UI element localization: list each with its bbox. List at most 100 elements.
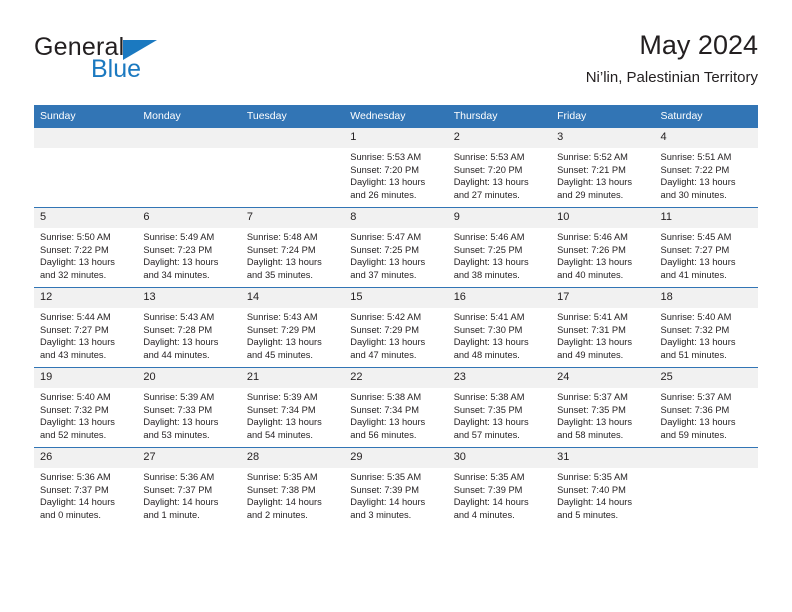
calendar-day-cell[interactable]: 25 Sunrise: 5:37 AM Sunset: 7:36 PM Dayligh… [654, 367, 758, 448]
daylight-text-line2: and 37 minutes. [350, 269, 417, 280]
daylight-text-line2: and 29 minutes. [557, 189, 624, 200]
calendar-day-cell[interactable]: 23 Sunrise: 5:38 AM Sunset: 7:35 PM Dayligh… [447, 367, 552, 448]
calendar-day-cell[interactable]: 27 Sunrise: 5:36 AM Sunset: 7:37 PM Dayligh… [137, 447, 241, 527]
daylight-text-line1: Daylight: 13 hours [350, 257, 426, 268]
day-number [34, 128, 138, 148]
calendar-day-cell[interactable]: 2 Sunrise: 5:53 AM Sunset: 7:20 PM Daylight… [447, 127, 552, 208]
calendar-day-cell[interactable]: 18 Sunrise: 5:40 AM Sunset: 7:32 PM Dayligh… [654, 287, 758, 368]
day-details: Sunrise: 5:47 AM Sunset: 7:25 PM Daylight:… [344, 228, 447, 281]
day-details: Sunrise: 5:46 AM Sunset: 7:26 PM Daylight:… [551, 228, 654, 281]
calendar-day-cell[interactable]: 16 Sunrise: 5:41 AM Sunset: 7:30 PM Dayligh… [447, 287, 552, 368]
daylight-text-line1: Daylight: 13 hours [40, 417, 115, 428]
calendar-day-cell[interactable]: 7 Sunrise: 5:48 AM Sunset: 7:24 PM Daylight… [240, 207, 345, 288]
day-number: 10 [551, 208, 655, 228]
sunset-text: Sunset: 7:37 PM [40, 484, 109, 495]
day-number: 14 [240, 288, 345, 308]
daylight-text-line2: and 4 minutes. [453, 509, 515, 520]
day-details: Sunrise: 5:43 AM Sunset: 7:28 PM Daylight:… [137, 308, 240, 361]
page-subtitle: Ni’lin, Palestinian Territory [585, 69, 758, 86]
daylight-text-line1: Daylight: 13 hours [143, 417, 219, 428]
calendar-day-cell[interactable]: 20 Sunrise: 5:39 AM Sunset: 7:33 PM Dayligh… [137, 367, 241, 448]
sunrise-text: Sunrise: 5:48 AM [246, 232, 318, 242]
calendar-day-cell[interactable]: 24 Sunrise: 5:37 AM Sunset: 7:35 PM Dayligh… [551, 367, 655, 448]
calendar-day-cell[interactable]: 9 Sunrise: 5:46 AM Sunset: 7:25 PM Daylight… [447, 207, 552, 288]
calendar-day-cell[interactable]: 28 Sunrise: 5:35 AM Sunset: 7:38 PM Dayligh… [240, 447, 345, 527]
sunset-text: Sunset: 7:37 PM [143, 484, 213, 495]
sunset-text: Sunset: 7:30 PM [453, 324, 523, 335]
calendar-week-row: 5 Sunrise: 5:50 AM Sunset: 7:22 PM Daylight… [34, 207, 758, 288]
sunset-text: Sunset: 7:34 PM [350, 404, 419, 415]
day-number: 2 [447, 128, 552, 148]
generalblue-logo[interactable]: General Blue [34, 33, 224, 91]
calendar-day-cell[interactable]: 13 Sunrise: 5:43 AM Sunset: 7:28 PM Dayligh… [137, 287, 241, 368]
calendar-day-cell[interactable]: 6 Sunrise: 5:49 AM Sunset: 7:23 PM Daylight… [137, 207, 241, 288]
sunrise-text: Sunrise: 5:41 AM [453, 312, 525, 322]
calendar-week-row: 19 Sunrise: 5:40 AM Sunset: 7:32 PM Dayligh… [34, 367, 758, 448]
day-number: 29 [344, 448, 448, 468]
daylight-text-line2: and 44 minutes. [143, 349, 210, 360]
sunrise-text: Sunrise: 5:38 AM [350, 392, 422, 402]
sunrise-text: Sunrise: 5:52 AM [557, 152, 628, 162]
calendar-day-cell[interactable]: 4 Sunrise: 5:51 AM Sunset: 7:22 PM Daylight… [654, 127, 758, 208]
calendar-day-cell[interactable]: 29 Sunrise: 5:35 AM Sunset: 7:39 PM Dayligh… [344, 447, 448, 527]
page-header: General Blue May 2024 Ni’lin, Palestinia… [34, 28, 758, 98]
calendar-day-cell[interactable]: 22 Sunrise: 5:38 AM Sunset: 7:34 PM Dayligh… [344, 367, 448, 448]
daylight-text-line2: and 43 minutes. [40, 349, 107, 360]
daylight-text-line2: and 57 minutes. [453, 429, 520, 440]
daylight-text-line1: Daylight: 14 hours [143, 497, 219, 508]
day-details: Sunrise: 5:43 AM Sunset: 7:29 PM Daylight:… [241, 308, 344, 361]
calendar-day-cell[interactable]: 15 Sunrise: 5:42 AM Sunset: 7:29 PM Dayligh… [344, 287, 448, 368]
day-number: 1 [344, 128, 448, 148]
daylight-text-line2: and 53 minutes. [143, 429, 210, 440]
daylight-text-line1: Daylight: 13 hours [557, 177, 633, 188]
calendar-day-cell[interactable]: 26 Sunrise: 5:36 AM Sunset: 7:37 PM Dayligh… [34, 447, 138, 527]
daylight-text-line2: and 56 minutes. [350, 429, 417, 440]
day-number [654, 448, 758, 468]
day-details: Sunrise: 5:40 AM Sunset: 7:32 PM Daylight:… [34, 388, 137, 441]
calendar-day-cell[interactable]: 8 Sunrise: 5:47 AM Sunset: 7:25 PM Daylight… [344, 207, 448, 288]
sunset-text: Sunset: 7:32 PM [660, 324, 730, 335]
daylight-text-line2: and 59 minutes. [660, 429, 727, 440]
daylight-text-line1: Daylight: 13 hours [453, 417, 529, 428]
day-details: Sunrise: 5:35 AM Sunset: 7:40 PM Daylight:… [551, 468, 654, 521]
day-number: 4 [654, 128, 758, 148]
day-number: 12 [34, 288, 138, 308]
sunrise-text: Sunrise: 5:43 AM [246, 312, 318, 322]
daylight-text-line1: Daylight: 13 hours [453, 257, 529, 268]
sunset-text: Sunset: 7:27 PM [40, 324, 109, 335]
calendar-day-cell[interactable]: 17 Sunrise: 5:41 AM Sunset: 7:31 PM Dayligh… [551, 287, 655, 368]
daylight-text-line2: and 54 minutes. [246, 429, 313, 440]
sunrise-text: Sunrise: 5:35 AM [557, 472, 628, 482]
day-number: 7 [240, 208, 345, 228]
calendar-day-cell[interactable]: 10 Sunrise: 5:46 AM Sunset: 7:26 PM Dayligh… [551, 207, 655, 288]
calendar-day-cell[interactable]: 21 Sunrise: 5:39 AM Sunset: 7:34 PM Dayligh… [240, 367, 345, 448]
daylight-text-line1: Daylight: 13 hours [350, 417, 426, 428]
day-details: Sunrise: 5:38 AM Sunset: 7:34 PM Daylight:… [344, 388, 447, 441]
day-number: 13 [137, 288, 241, 308]
calendar-body: 1 Sunrise: 5:53 AM Sunset: 7:20 PM Daylight… [34, 127, 758, 527]
calendar-day-cell[interactable]: 11 Sunrise: 5:45 AM Sunset: 7:27 PM Dayligh… [654, 207, 758, 288]
day-number: 31 [551, 448, 655, 468]
day-number [137, 128, 241, 148]
title-block: May 2024 Ni’lin, Palestinian Territory [586, 28, 758, 89]
sunrise-text: Sunrise: 5:41 AM [557, 312, 628, 322]
daylight-text-line1: Daylight: 13 hours [246, 417, 322, 428]
calendar-day-cell[interactable]: 14 Sunrise: 5:43 AM Sunset: 7:29 PM Dayligh… [240, 287, 345, 368]
sunrise-text: Sunrise: 5:53 AM [350, 152, 422, 162]
calendar-day-cell[interactable]: 30 Sunrise: 5:35 AM Sunset: 7:39 PM Dayligh… [447, 447, 552, 527]
day-details: Sunrise: 5:38 AM Sunset: 7:35 PM Daylight:… [448, 388, 551, 441]
calendar-day-cell[interactable]: 1 Sunrise: 5:53 AM Sunset: 7:20 PM Daylight… [344, 127, 448, 208]
calendar-day-cell[interactable]: 31 Sunrise: 5:35 AM Sunset: 7:40 PM Dayligh… [551, 447, 655, 527]
daylight-text-line2: and 26 minutes. [350, 189, 417, 200]
sunrise-text: Sunrise: 5:53 AM [453, 152, 525, 162]
daylight-text-line2: and 47 minutes. [350, 349, 417, 360]
sunset-text: Sunset: 7:29 PM [350, 324, 419, 335]
daylight-text-line2: and 3 minutes. [350, 509, 412, 520]
calendar-day-cell[interactable]: 5 Sunrise: 5:50 AM Sunset: 7:22 PM Daylight… [34, 207, 138, 288]
weekday-header-wednesday: Wednesday [344, 105, 448, 128]
day-number: 6 [137, 208, 241, 228]
calendar-day-cell[interactable]: 12 Sunrise: 5:44 AM Sunset: 7:27 PM Dayligh… [34, 287, 138, 368]
sunset-text: Sunset: 7:39 PM [453, 484, 523, 495]
calendar-day-cell[interactable]: 3 Sunrise: 5:52 AM Sunset: 7:21 PM Daylight… [551, 127, 655, 208]
calendar-day-cell[interactable]: 19 Sunrise: 5:40 AM Sunset: 7:32 PM Dayligh… [34, 367, 138, 448]
